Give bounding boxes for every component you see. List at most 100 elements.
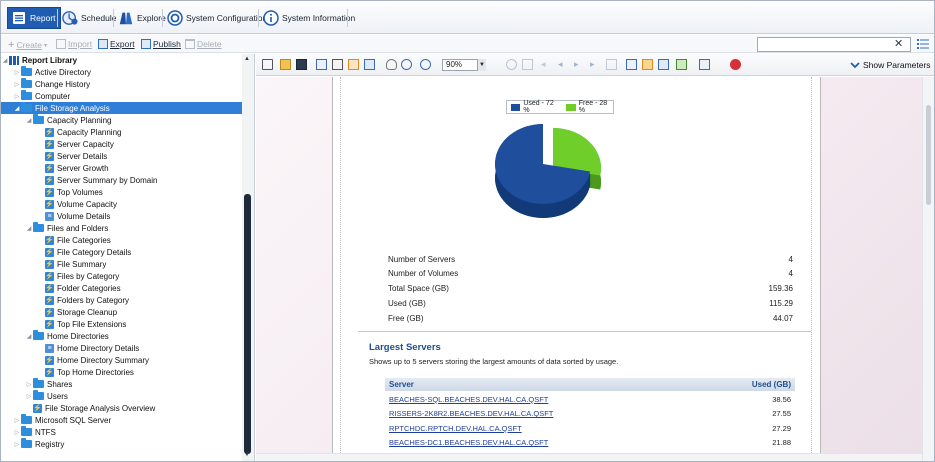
email-icon[interactable] bbox=[699, 59, 710, 70]
clear-search-icon[interactable]: ✕ bbox=[894, 39, 903, 50]
prev-page-icon[interactable]: ◂ bbox=[541, 59, 552, 70]
server-link[interactable]: BEACHES-DC1.BEACHES.DEV.HAL.CA.QSFT bbox=[389, 438, 548, 447]
tree-item[interactable]: ▷ Computer bbox=[1, 90, 243, 102]
zoom-dropdown-icon[interactable]: ▼ bbox=[477, 59, 486, 71]
editor-icon[interactable] bbox=[642, 59, 653, 70]
publish-button[interactable]: Publish bbox=[141, 39, 181, 49]
import-button[interactable]: Import bbox=[56, 39, 92, 49]
server-link[interactable]: RPTCHDC.RPTCH.DEV.HAL.CA.QSFT bbox=[389, 424, 522, 433]
tree-root[interactable]: ◢ Report Library bbox=[1, 54, 243, 66]
delete-button[interactable]: Delete bbox=[185, 39, 222, 49]
expand-arrow-icon[interactable]: ▷ bbox=[25, 381, 33, 388]
close-document-icon[interactable] bbox=[730, 59, 741, 70]
copy-icon[interactable] bbox=[626, 59, 637, 70]
chevron-down-icon: ▾ bbox=[43, 42, 47, 49]
collapse-arrow-icon[interactable]: ◢ bbox=[25, 225, 33, 232]
tree-item[interactable]: ⚡ Server Capacity bbox=[1, 138, 243, 150]
tree-item[interactable]: ⚡ Top Home Directories bbox=[1, 366, 243, 378]
last-page-icon[interactable]: ▸ bbox=[590, 59, 601, 70]
collapse-arrow-icon[interactable]: ◢ bbox=[25, 117, 33, 124]
tab-system-information[interactable]: System Information bbox=[260, 7, 359, 29]
tree-item[interactable]: ≡ Volume Details bbox=[1, 210, 243, 222]
server-link[interactable]: RISSERS-2K8R2.BEACHES.DEV.HAL.CA.QSFT bbox=[389, 409, 553, 418]
server-link[interactable]: BEACHES-SQL.BEACHES.DEV.HAL.CA.QSFT bbox=[389, 395, 548, 404]
report-icon: ⚡ bbox=[45, 355, 54, 365]
find-icon[interactable] bbox=[506, 59, 517, 70]
tree-item[interactable]: ⚡ Storage Cleanup bbox=[1, 306, 243, 318]
report-scrollbar-thumb[interactable] bbox=[926, 105, 931, 205]
save-icon[interactable] bbox=[296, 59, 307, 70]
expand-arrow-icon[interactable]: ▷ bbox=[13, 429, 21, 436]
tree-item[interactable]: ⚡ File Categories bbox=[1, 234, 243, 246]
expand-arrow-icon[interactable]: ◢ bbox=[1, 57, 9, 64]
table-report-icon: ≡ bbox=[45, 343, 54, 353]
tab-schedule[interactable]: Schedule bbox=[59, 7, 120, 29]
collapse-arrow-icon[interactable]: ◢ bbox=[25, 333, 33, 340]
export-dropdown-icon[interactable] bbox=[676, 59, 687, 70]
nav-divider bbox=[57, 9, 58, 27]
print-layout-icon[interactable] bbox=[348, 59, 359, 70]
previous-icon[interactable]: ◂ bbox=[558, 59, 569, 70]
report-scrollbar[interactable] bbox=[922, 77, 934, 461]
tree-scrollbar-thumb[interactable] bbox=[244, 194, 251, 454]
tree-item-label: File Storage Analysis Overview bbox=[45, 403, 156, 413]
tree-item[interactable]: ◢ File Storage Analysis bbox=[1, 102, 243, 114]
tree-item[interactable]: ▷ Change History bbox=[1, 78, 243, 90]
tree-item[interactable]: ⚡ File Category Details bbox=[1, 246, 243, 258]
tree-item[interactable]: ⚡ Folders by Category bbox=[1, 294, 243, 306]
print-icon[interactable] bbox=[332, 59, 343, 70]
export-button[interactable]: Export bbox=[98, 39, 135, 49]
zoom-in-icon[interactable] bbox=[401, 59, 412, 70]
search-input[interactable] bbox=[757, 37, 911, 52]
tree-item[interactable]: ▷ Microsoft SQL Server bbox=[1, 414, 243, 426]
thumbnails-icon[interactable] bbox=[658, 59, 669, 70]
tree-item[interactable]: ▷ Users bbox=[1, 390, 243, 402]
tab-system-configuration[interactable]: System Configuration bbox=[164, 7, 271, 29]
tree-item[interactable]: ⚡ Server Details bbox=[1, 150, 243, 162]
tree-item[interactable]: ⚡ Folder Categories bbox=[1, 282, 243, 294]
tree-item[interactable]: ▷ Shares bbox=[1, 378, 243, 390]
next-icon[interactable]: ▸ bbox=[574, 59, 585, 70]
report-horizontal-scrollbar[interactable] bbox=[256, 453, 922, 461]
zoom-out-icon[interactable] bbox=[420, 59, 431, 70]
tree-item[interactable]: ⚡ Server Growth bbox=[1, 162, 243, 174]
tree-item[interactable]: ⚡ Server Summary by Domain bbox=[1, 174, 243, 186]
tree-item[interactable]: ▷ Active Directory bbox=[1, 66, 243, 78]
tree-item[interactable]: ◢ Capacity Planning bbox=[1, 114, 243, 126]
search-options-icon[interactable] bbox=[917, 38, 929, 50]
tree-item[interactable]: ⚡ Top Volumes bbox=[1, 186, 243, 198]
tree-item[interactable]: ⚡ File Storage Analysis Overview bbox=[1, 402, 243, 414]
tree-item[interactable]: ▷ Registry bbox=[1, 438, 243, 450]
document-map-icon[interactable] bbox=[262, 59, 273, 70]
tree-item-label: Computer bbox=[35, 91, 71, 101]
expand-arrow-icon[interactable]: ▷ bbox=[25, 393, 33, 400]
tree-item[interactable]: ⚡ File Summary bbox=[1, 258, 243, 270]
tree-item[interactable]: ⚡ Volume Capacity bbox=[1, 198, 243, 210]
page-setup-icon[interactable] bbox=[316, 59, 327, 70]
tree-item[interactable]: ⚡ Capacity Planning bbox=[1, 126, 243, 138]
expand-arrow-icon[interactable]: ▷ bbox=[13, 417, 21, 424]
tree-item[interactable]: ▷ NTFS bbox=[1, 426, 243, 438]
tree-item[interactable]: ⚡ Top File Extensions bbox=[1, 318, 243, 330]
hand-tool-icon[interactable] bbox=[386, 59, 397, 70]
export-doc-icon[interactable] bbox=[364, 59, 375, 70]
open-folder-icon[interactable] bbox=[280, 59, 291, 70]
show-parameters-button[interactable]: Show Parameters bbox=[850, 60, 931, 70]
create-button[interactable]: + Create ▾ bbox=[8, 39, 47, 51]
tree-item[interactable]: ⚡ Home Directory Summary bbox=[1, 354, 243, 366]
scroll-down-icon[interactable]: ▼ bbox=[244, 452, 250, 458]
tree-item[interactable]: ◢ Home Directories bbox=[1, 330, 243, 342]
expand-arrow-icon[interactable]: ▷ bbox=[13, 441, 21, 448]
tab-report[interactable]: Report bbox=[7, 7, 61, 29]
scroll-up-icon[interactable]: ▲ bbox=[244, 56, 250, 62]
expand-arrow-icon[interactable]: ▷ bbox=[13, 81, 21, 88]
tree-scrollbar[interactable]: ▲ ▼ bbox=[242, 54, 254, 461]
tree-item[interactable]: ≡ Home Directory Details bbox=[1, 342, 243, 354]
expand-arrow-icon[interactable]: ▷ bbox=[13, 69, 21, 76]
stop-icon[interactable] bbox=[606, 59, 617, 70]
tree-item[interactable]: ◢ Files and Folders bbox=[1, 222, 243, 234]
expand-arrow-icon[interactable]: ▷ bbox=[13, 93, 21, 100]
summary-label: Number of Servers bbox=[388, 255, 456, 264]
tree-item[interactable]: ⚡ Files by Category bbox=[1, 270, 243, 282]
collapse-arrow-icon[interactable]: ◢ bbox=[13, 105, 21, 112]
